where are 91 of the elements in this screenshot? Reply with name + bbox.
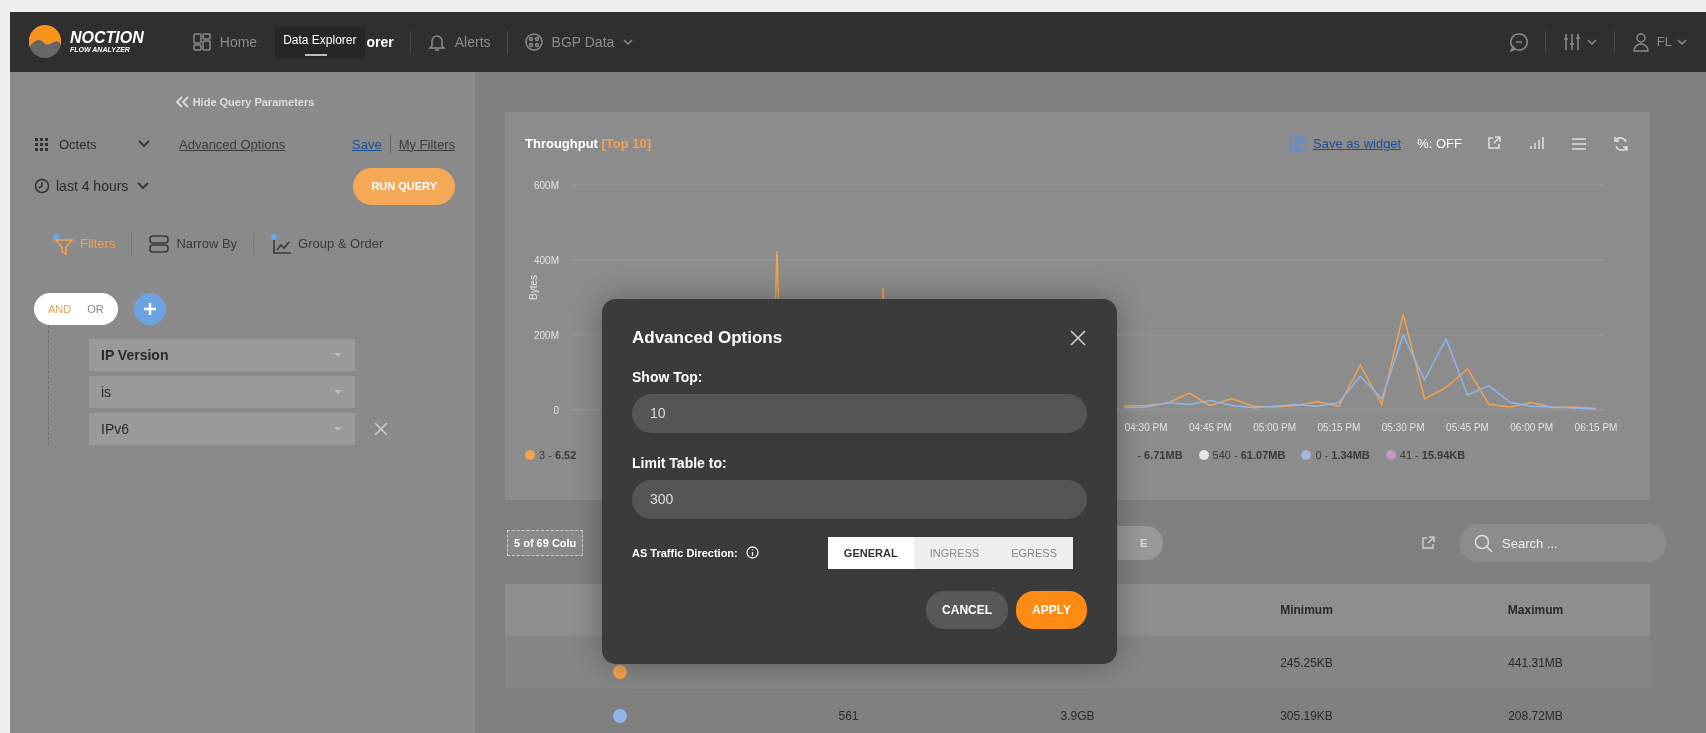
table-cell-text: 441.31MB xyxy=(1507,654,1564,672)
logo-name: NOCTION xyxy=(70,29,144,46)
cancel-button[interactable]: CANCEL xyxy=(926,591,1009,629)
direction-option[interactable]: GENERAL xyxy=(827,536,914,569)
y-axis-title: Bytes xyxy=(528,274,539,300)
stacked-rows-icon xyxy=(148,232,171,255)
refresh-icon[interactable] xyxy=(1612,134,1630,153)
logic-option[interactable]: OR xyxy=(87,300,104,317)
filter-select[interactable]: is xyxy=(89,376,355,408)
direction-option[interactable]: EGRESS xyxy=(995,536,1073,569)
chart-title: Throughput [Top 10] xyxy=(525,135,652,153)
time-range-dropdown[interactable]: last 4 hours xyxy=(56,175,129,197)
columns-button[interactable]: 5 of 69 Colu xyxy=(507,529,584,557)
x-tick-label: 05:00 PM xyxy=(1253,421,1296,433)
my-filters-link[interactable]: My Filters xyxy=(398,134,455,154)
legend-label[interactable]: 540 - 61.07MB xyxy=(1212,446,1286,463)
apply-button[interactable]: APPLY xyxy=(1016,591,1087,629)
table-cell-text: 245.25KB xyxy=(1279,654,1334,672)
save-as-widget-link[interactable]: Save as widget xyxy=(1313,134,1402,154)
network-icon[interactable] xyxy=(523,32,544,52)
filter-select[interactable]: IP Version xyxy=(89,339,355,371)
tooltip: Data Explorer xyxy=(275,26,365,58)
table-cell-text: 208.72MB xyxy=(1507,707,1564,725)
logo-icon xyxy=(28,25,62,59)
y-tick-label: 0 xyxy=(553,404,559,416)
y-tick-label: 400M xyxy=(534,254,559,266)
direction-label: AS Traffic Direction: xyxy=(632,545,738,561)
percent-toggle[interactable]: %: OFF xyxy=(1417,134,1462,154)
dropdown-arrow-icon xyxy=(333,425,343,433)
x-tick-label: 04:45 PM xyxy=(1189,421,1232,433)
legend-label[interactable]: 0 - 1.34MB xyxy=(1315,446,1370,463)
direction-option[interactable]: INGRESS xyxy=(913,536,996,569)
run-query-button[interactable]: RUN QUERY xyxy=(353,168,455,205)
dropdown-arrow-icon xyxy=(333,388,343,396)
table-cell-text: 561 xyxy=(837,707,860,725)
add-filter-button[interactable] xyxy=(133,292,166,325)
caret-icon[interactable] xyxy=(622,36,635,48)
field-label: Limit Table to: xyxy=(632,453,728,473)
legend-label[interactable]: - 6.71MB xyxy=(1137,446,1183,463)
nav-link[interactable]: orer xyxy=(366,31,394,53)
caret-icon[interactable] xyxy=(1585,36,1598,48)
line-chart-icon xyxy=(270,232,293,255)
logic-option[interactable]: AND xyxy=(48,300,72,317)
dashboard-icon[interactable] xyxy=(191,32,212,52)
external-link-icon[interactable] xyxy=(1420,535,1436,551)
column-header[interactable]: Minimum xyxy=(1192,601,1421,619)
x-tick-label: 04:30 PM xyxy=(1124,421,1168,433)
x-tick-label: 05:30 PM xyxy=(1381,421,1425,433)
save-link[interactable]: Save xyxy=(352,134,382,154)
search-icon xyxy=(1474,534,1493,553)
double-chevron-icon[interactable] xyxy=(174,95,189,110)
sliders-icon[interactable] xyxy=(1561,32,1582,52)
search-field[interactable]: Search ... xyxy=(1460,524,1666,562)
nav-link[interactable]: BGP Data xyxy=(551,31,615,53)
table-cell-text: 305.19KB xyxy=(1279,707,1334,725)
x-tick-label: 06:00 PM xyxy=(1510,421,1554,433)
legend-label[interactable]: 3 - 6.52 xyxy=(539,446,577,463)
chat-icon[interactable] xyxy=(1508,32,1529,52)
nav-link[interactable]: Alerts xyxy=(454,31,491,53)
input-field[interactable]: 10 xyxy=(632,393,1087,433)
caret-icon[interactable] xyxy=(1676,36,1688,48)
bell-icon[interactable] xyxy=(426,32,447,52)
y-tick-label: 600M xyxy=(534,179,559,191)
user-initials[interactable]: FL xyxy=(1656,32,1672,52)
column-header[interactable]: Maximum xyxy=(1421,601,1650,619)
query-tab[interactable]: Group & Order xyxy=(270,232,384,255)
metric-dropdown[interactable]: Octets xyxy=(59,134,137,154)
plus-icon xyxy=(141,300,158,317)
remove-icon[interactable] xyxy=(373,421,389,437)
x-tick-label: 05:45 PM xyxy=(1446,421,1489,433)
dropdown-arrow-icon xyxy=(333,351,343,359)
clock-icon[interactable] xyxy=(34,178,50,195)
query-tab[interactable]: Narrow By xyxy=(148,232,238,255)
user-icon[interactable] xyxy=(1630,32,1651,52)
field-label: Show Top: xyxy=(632,367,704,387)
and-or-toggle[interactable]: AND OR xyxy=(34,292,118,325)
funnel-icon xyxy=(52,232,74,255)
advanced-options-link[interactable]: Advanced Options xyxy=(179,134,286,154)
filter-select[interactable]: IPv6 xyxy=(89,413,355,445)
dialog-title: Advanced Options xyxy=(632,327,783,349)
close-icon[interactable] xyxy=(1069,328,1087,347)
hide-parameters-link[interactable]: Hide Query Parameters xyxy=(192,94,315,111)
info-icon[interactable] xyxy=(745,546,759,560)
grid-icon xyxy=(34,136,49,152)
input-field[interactable]: 300 xyxy=(632,479,1087,519)
y-tick-label: 200M xyxy=(534,329,559,341)
nav-link[interactable]: Home xyxy=(219,31,258,53)
legend-label[interactable]: 41 - 15.94KB xyxy=(1399,446,1466,463)
x-tick-label: 05:15 PM xyxy=(1317,421,1361,433)
table-cell-text: 3.9GB xyxy=(1059,707,1096,725)
x-tick-label: 06:15 PM xyxy=(1574,421,1618,433)
